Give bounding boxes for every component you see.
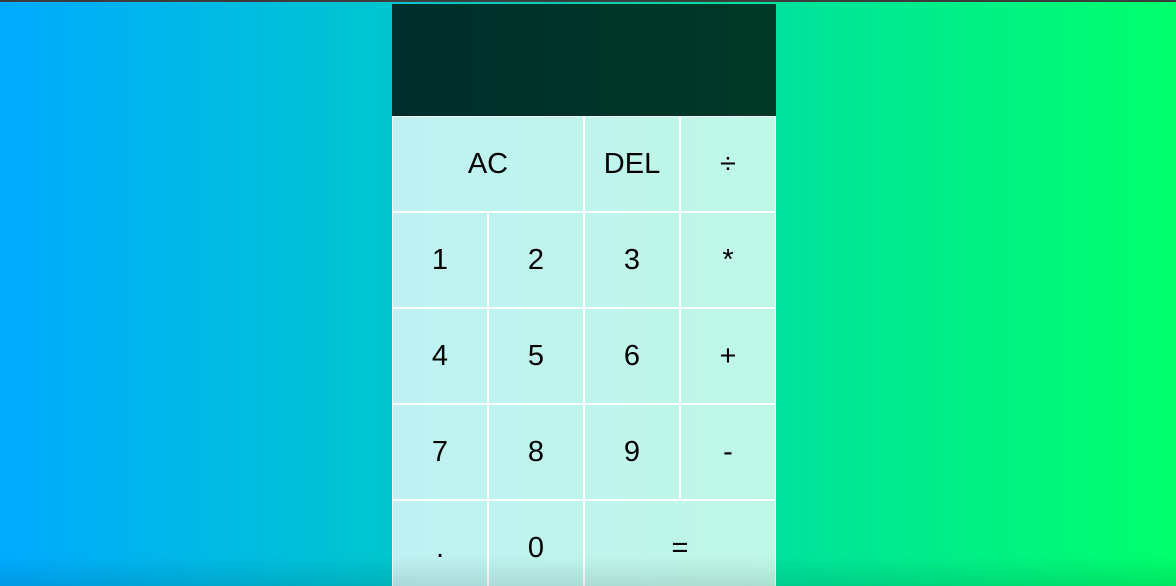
digit-5-button[interactable]: 5 xyxy=(488,308,584,404)
plus-button[interactable]: + xyxy=(680,308,776,404)
calculator-display xyxy=(392,4,776,116)
digit-6-button[interactable]: 6 xyxy=(584,308,680,404)
divide-button[interactable]: ÷ xyxy=(680,116,776,212)
digit-0-button[interactable]: 0 xyxy=(488,500,584,586)
digit-8-button[interactable]: 8 xyxy=(488,404,584,500)
digit-4-button[interactable]: 4 xyxy=(392,308,488,404)
minus-button[interactable]: - xyxy=(680,404,776,500)
browser-top-edge xyxy=(0,0,1176,2)
decimal-button[interactable]: . xyxy=(392,500,488,586)
digit-3-button[interactable]: 3 xyxy=(584,212,680,308)
digit-2-button[interactable]: 2 xyxy=(488,212,584,308)
digit-1-button[interactable]: 1 xyxy=(392,212,488,308)
equals-button[interactable]: = xyxy=(584,500,776,586)
digit-7-button[interactable]: 7 xyxy=(392,404,488,500)
delete-button[interactable]: DEL xyxy=(584,116,680,212)
all-clear-button[interactable]: AC xyxy=(392,116,584,212)
calculator: AC DEL ÷ 1 2 3 * 4 5 6 + 7 8 9 - . 0 = xyxy=(392,4,776,586)
digit-9-button[interactable]: 9 xyxy=(584,404,680,500)
multiply-button[interactable]: * xyxy=(680,212,776,308)
